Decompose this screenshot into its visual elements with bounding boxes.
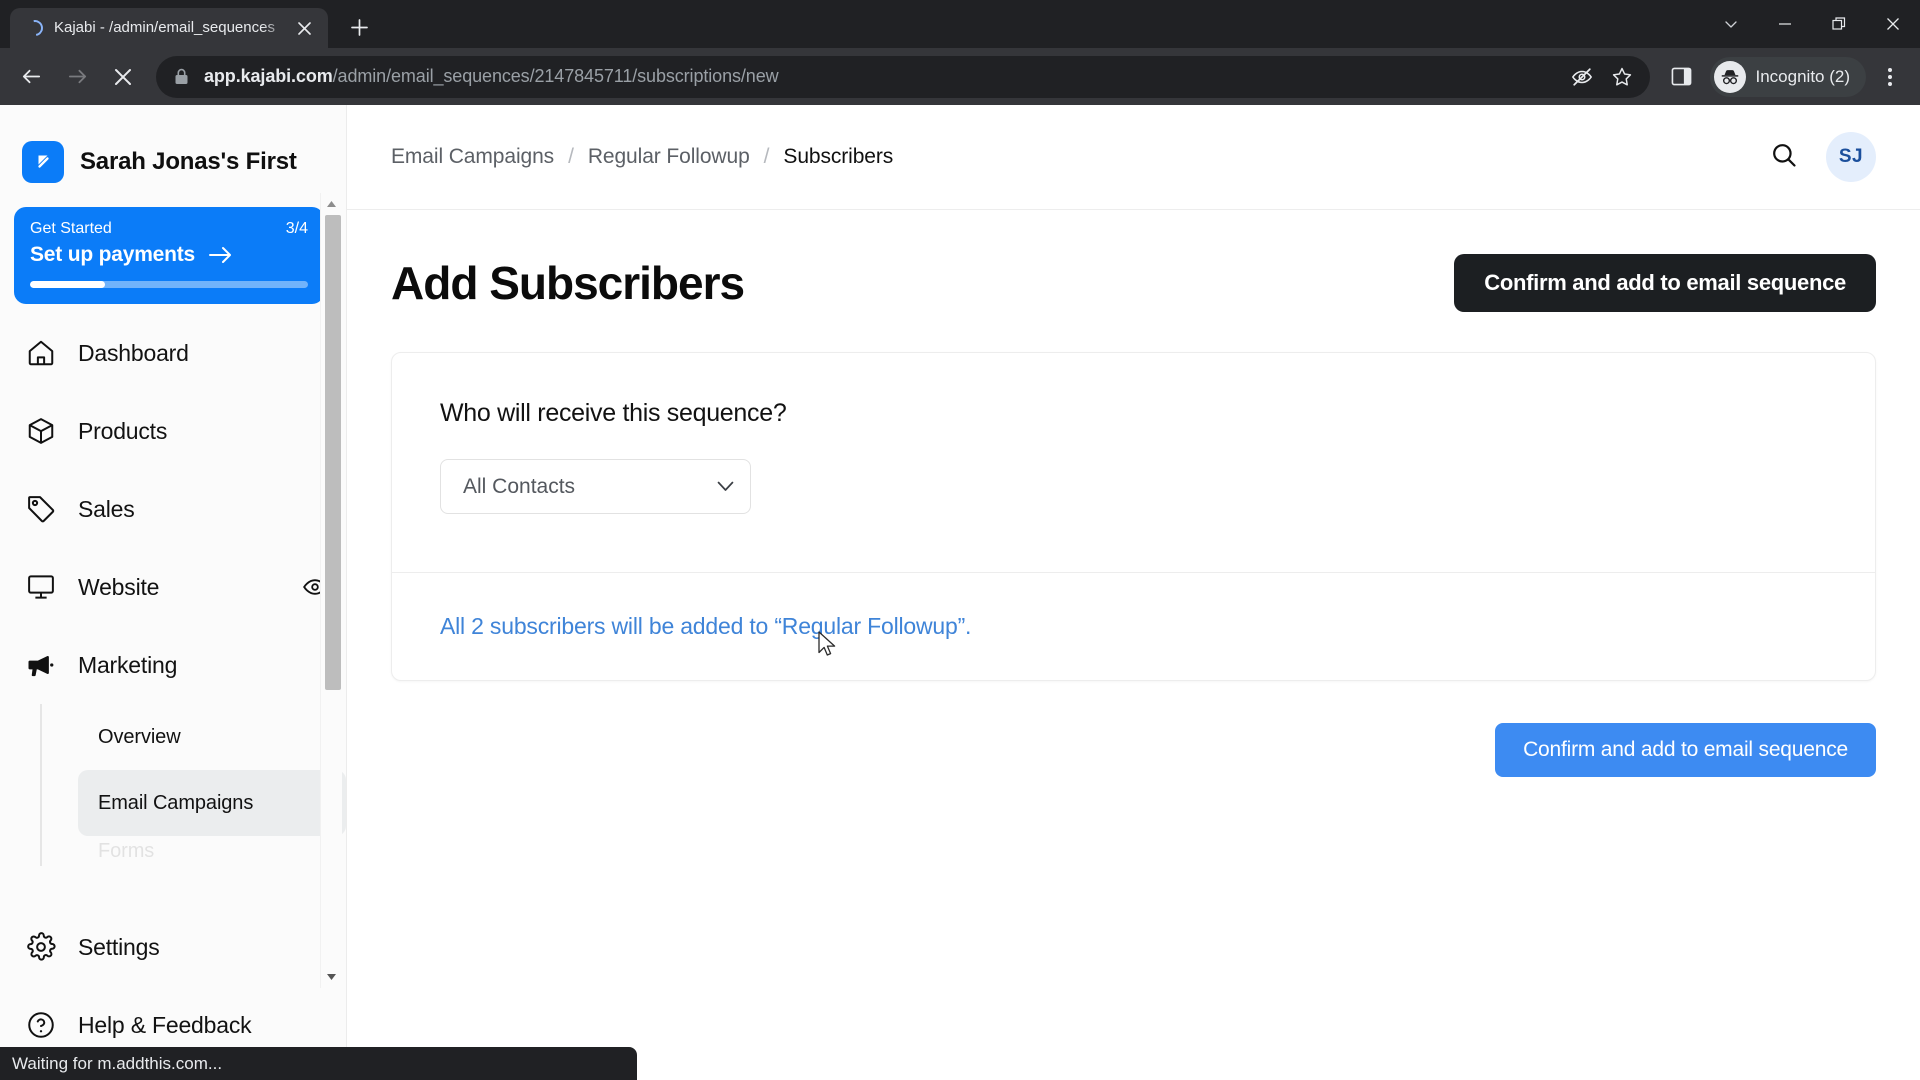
sidebar-item-label: Products — [78, 417, 168, 444]
tag-icon — [24, 494, 58, 524]
new-tab-button[interactable] — [340, 8, 378, 46]
eye-slash-icon[interactable] — [1562, 57, 1602, 97]
sidebar-item-website[interactable]: Website — [0, 548, 346, 626]
sidebar-item-products[interactable]: Products — [0, 392, 346, 470]
profile-button[interactable]: Incognito (2) — [1709, 56, 1866, 97]
page-topbar: Email Campaigns / Regular Followup / Sub… — [347, 105, 1920, 210]
breadcrumb-item-regular-followup[interactable]: Regular Followup — [588, 145, 750, 169]
sidebar-subitem-label: Forms — [98, 839, 155, 862]
restore-icon[interactable] — [1812, 0, 1866, 48]
confirm-add-button-bottom[interactable]: Confirm and add to email sequence — [1495, 723, 1876, 777]
address-bar[interactable]: app.kajabi.com/admin/email_sequences/214… — [156, 55, 1650, 98]
subscribers-note: All 2 subscribers will be added to “Regu… — [440, 613, 972, 639]
home-icon — [24, 338, 58, 368]
app-sidebar: Sarah Jonas's First Get Started 3/4 Set … — [0, 105, 347, 1080]
side-panel-icon[interactable] — [1660, 55, 1704, 99]
audience-section: Who will receive this sequence? All Cont… — [392, 353, 1875, 572]
sidebar-item-overview[interactable]: Overview — [78, 704, 346, 770]
monitor-icon — [24, 572, 58, 602]
search-icon[interactable] — [1770, 141, 1798, 174]
minimize-icon[interactable] — [1758, 0, 1812, 48]
sidebar-scroll-area: Get Started 3/4 Set up payments Dashboar… — [0, 197, 346, 908]
caret-up-icon[interactable] — [321, 193, 342, 215]
brand-header[interactable]: Sarah Jonas's First — [0, 105, 346, 197]
status-text: Waiting for m.addthis.com... — [12, 1053, 223, 1073]
browser-tab[interactable]: Kajabi - /admin/email_sequences — [10, 8, 328, 48]
sidebar-subitem-label: Overview — [98, 725, 181, 748]
back-button[interactable] — [10, 56, 52, 98]
box-icon — [24, 416, 58, 446]
marketing-subnav: Overview Email Campaigns Forms — [40, 704, 346, 866]
stop-loading-button[interactable] — [102, 56, 144, 98]
sidebar-item-label: Settings — [78, 933, 160, 960]
chevron-down-icon — [717, 481, 734, 492]
close-icon[interactable] — [290, 14, 318, 42]
arrow-right-icon — [209, 246, 233, 264]
incognito-icon — [1713, 60, 1746, 93]
audience-question: Who will receive this sequence? — [440, 399, 787, 427]
loading-spinner-icon — [26, 19, 44, 37]
get-started-count: 3/4 — [285, 220, 308, 237]
get-started-action: Set up payments — [30, 243, 196, 266]
audience-select[interactable]: All Contacts — [440, 459, 751, 514]
breadcrumb-item-subscribers: Subscribers — [783, 145, 894, 168]
confirm-add-button-top[interactable]: Confirm and add to email sequence — [1454, 254, 1876, 312]
forward-button[interactable] — [56, 56, 98, 98]
status-bar: Waiting for m.addthis.com... — [0, 1047, 637, 1080]
sidebar-scrollbar[interactable] — [320, 193, 342, 988]
avatar[interactable]: SJ — [1826, 132, 1876, 182]
question-circle-icon — [24, 1010, 58, 1040]
browser-window: Kajabi - /admin/email_sequences app.kaja… — [0, 0, 1920, 1080]
url-path: /admin/email_sequences/2147845711/subscr… — [332, 66, 779, 86]
get-started-label: Get Started — [30, 220, 112, 237]
breadcrumb-separator: / — [568, 145, 574, 168]
star-icon[interactable] — [1602, 57, 1642, 97]
sidebar-item-sales[interactable]: Sales — [0, 470, 346, 548]
breadcrumb-item-email-campaigns[interactable]: Email Campaigns — [391, 145, 554, 169]
close-icon[interactable] — [1866, 0, 1920, 48]
sidebar-item-settings[interactable]: Settings — [0, 908, 346, 986]
lock-icon — [174, 68, 190, 85]
sidebar-item-label: Sales — [78, 495, 135, 522]
brand-name: Sarah Jonas's First — [80, 148, 297, 175]
chevron-down-icon[interactable] — [1704, 0, 1758, 48]
sidebar-item-dashboard[interactable]: Dashboard — [0, 314, 346, 392]
page-viewport: Sarah Jonas's First Get Started 3/4 Set … — [0, 105, 1920, 1080]
audience-select-value: All Contacts — [463, 474, 576, 498]
megaphone-icon — [24, 650, 58, 680]
sidebar-item-label: Website — [78, 573, 160, 600]
tab-strip: Kajabi - /admin/email_sequences — [0, 0, 1920, 48]
page-content: Add Subscribers Confirm and add to email… — [347, 210, 1920, 1080]
gear-icon — [24, 932, 58, 962]
sidebar-item-label: Marketing — [78, 651, 178, 678]
breadcrumb-separator: / — [763, 145, 770, 168]
scrollbar-thumb[interactable] — [325, 215, 341, 690]
subscribers-card: Who will receive this sequence? All Cont… — [391, 352, 1876, 681]
sidebar-item-forms[interactable]: Forms — [78, 836, 346, 866]
kebab-menu-icon[interactable] — [1870, 55, 1910, 99]
get-started-progress — [30, 281, 308, 288]
url-text: app.kajabi.com/admin/email_sequences/214… — [204, 66, 779, 87]
url-host: app.kajabi.com — [204, 66, 333, 86]
browser-toolbar: app.kajabi.com/admin/email_sequences/214… — [0, 48, 1920, 105]
sidebar-item-label: Help & Feedback — [78, 1011, 252, 1038]
sidebar-item-marketing[interactable]: Marketing — [0, 626, 346, 704]
window-controls — [1704, 0, 1920, 48]
main-area: Email Campaigns / Regular Followup / Sub… — [347, 105, 1920, 1080]
kajabi-logo-icon — [22, 141, 64, 183]
sidebar-item-email-campaigns[interactable]: Email Campaigns — [78, 770, 346, 836]
sidebar-subitem-label: Email Campaigns — [98, 791, 254, 814]
tab-title: Kajabi - /admin/email_sequences — [54, 19, 275, 36]
profile-label: Incognito (2) — [1755, 66, 1851, 86]
sidebar-nav: Dashboard Products Sales Website Marketi… — [0, 304, 346, 866]
sidebar-item-label: Dashboard — [78, 339, 189, 366]
caret-down-icon[interactable] — [321, 966, 342, 988]
breadcrumb: Email Campaigns / Regular Followup / Sub… — [391, 145, 893, 169]
get-started-card[interactable]: Get Started 3/4 Set up payments — [14, 207, 324, 304]
page-title: Add Subscribers — [391, 257, 745, 309]
